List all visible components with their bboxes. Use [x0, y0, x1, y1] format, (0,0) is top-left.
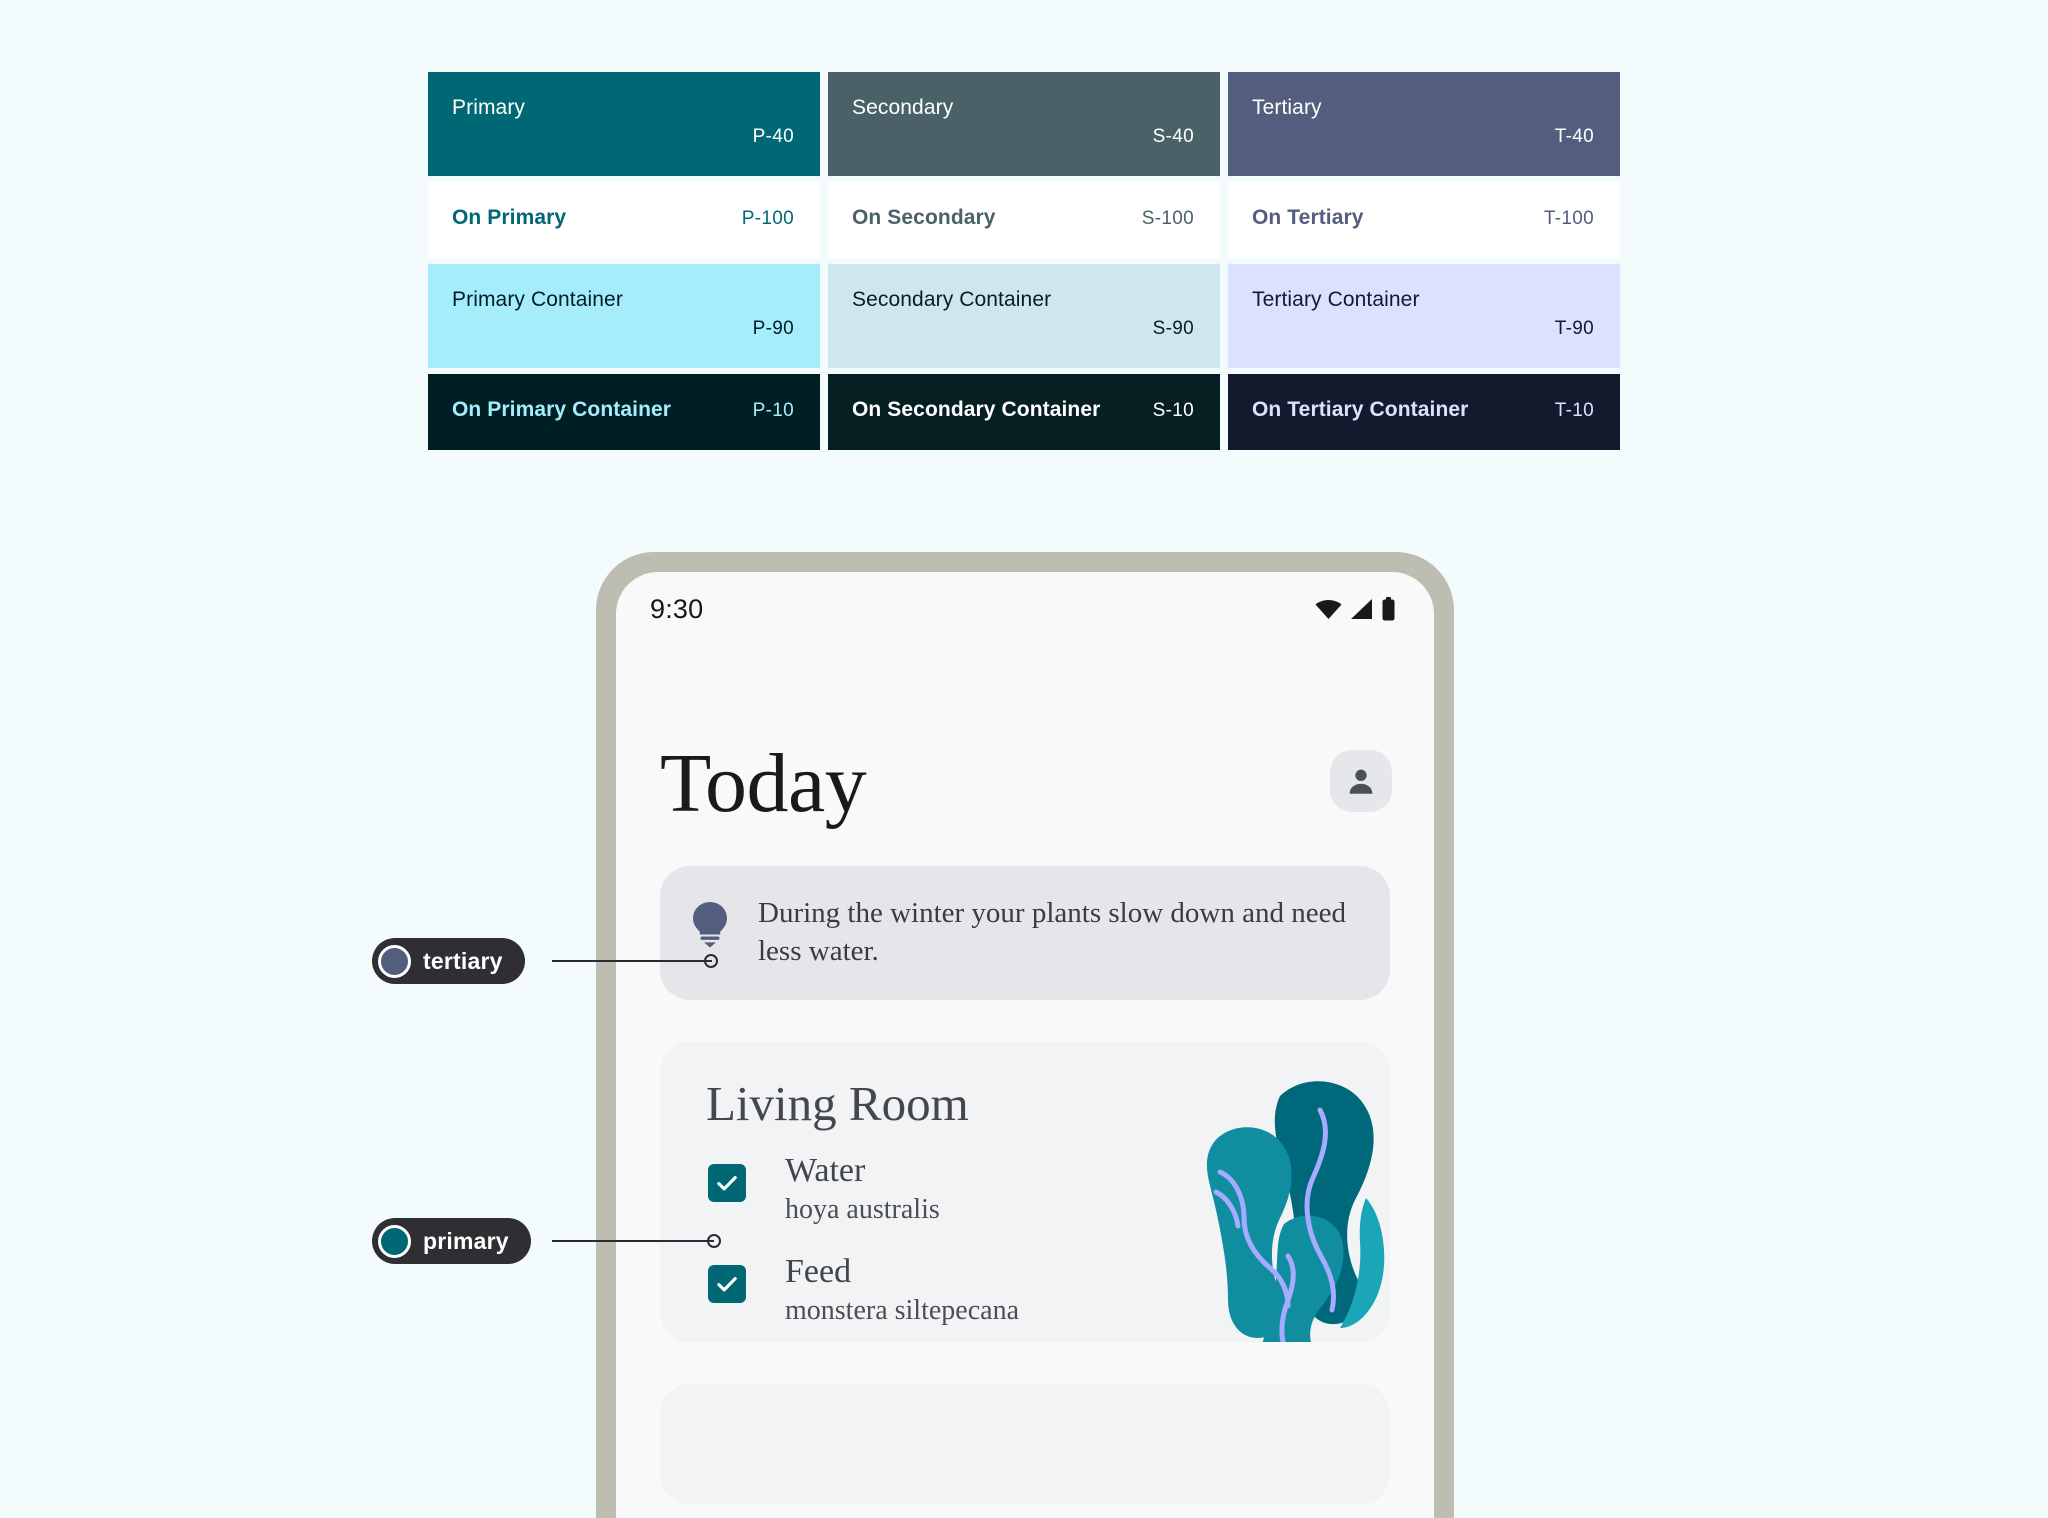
swatch-primary-container[interactable]: Primary Container P-90 — [428, 264, 820, 368]
phone-mockup: 9:30 Today During the winter your plants… — [596, 552, 1454, 1518]
app-header: Today — [616, 638, 1434, 826]
swatch-token: S-10 — [1152, 400, 1194, 421]
swatch-token: T-100 — [1543, 208, 1594, 229]
page-title: Today — [660, 737, 867, 830]
battery-icon — [1382, 597, 1395, 621]
swatch-label: Primary — [452, 96, 526, 119]
swatch-token: T-90 — [1554, 318, 1594, 339]
swatch-column-secondary: Secondary S-40 On Secondary S-100 Second… — [828, 72, 1220, 450]
tip-card[interactable]: During the winter your plants slow down … — [660, 866, 1390, 1000]
swatch-on-primary[interactable]: On Primary P-100 — [428, 182, 820, 258]
status-icons — [1315, 597, 1396, 621]
status-time: 9:30 — [650, 593, 704, 624]
swatch-on-secondary[interactable]: On Secondary S-100 — [828, 182, 1220, 258]
room-title: Living Room — [706, 1076, 969, 1131]
room-card: Living Room Water hoya australis Feed mo… — [660, 1042, 1390, 1342]
annotation-label: primary — [423, 1227, 509, 1254]
canvas: Primary P-40 On Primary P-100 Primary Co… — [0, 0, 2048, 1518]
signal-icon — [1351, 599, 1372, 619]
annotation-pill-tertiary[interactable]: tertiary — [372, 938, 525, 984]
task-plant-name: hoya australis — [785, 1194, 940, 1225]
annotation-swatch-dot — [378, 1224, 411, 1258]
task-name: Feed — [785, 1253, 852, 1290]
lightbulb-icon — [693, 902, 727, 948]
leader-endpoint-primary — [707, 1234, 721, 1248]
swatch-tertiary[interactable]: Tertiary T-40 — [1228, 72, 1620, 176]
annotation-pill-primary[interactable]: primary — [372, 1218, 531, 1264]
checkbox-water[interactable] — [708, 1164, 746, 1202]
swatch-token: P-10 — [752, 400, 794, 421]
swatch-label: On Tertiary Container — [1252, 398, 1469, 421]
swatch-token: T-10 — [1554, 400, 1594, 421]
task-list: Water hoya australis Feed monstera silte… — [660, 1152, 1390, 1328]
task-row[interactable]: Water hoya australis — [660, 1152, 1390, 1227]
leader-line-tertiary — [552, 960, 712, 962]
task-text: Water hoya australis — [785, 1152, 940, 1227]
person-icon — [1349, 769, 1373, 794]
leader-line-primary — [552, 1240, 714, 1242]
swatch-secondary[interactable]: Secondary S-40 — [828, 72, 1220, 176]
color-role-grid: Primary P-40 On Primary P-100 Primary Co… — [428, 72, 1620, 450]
phone-screen: 9:30 Today During the winter your plants… — [616, 572, 1434, 1518]
check-icon — [717, 1176, 737, 1191]
check-icon — [717, 1277, 737, 1292]
avatar[interactable] — [1330, 750, 1392, 812]
task-plant-name: monstera siltepecana — [785, 1295, 1020, 1326]
task-row[interactable]: Feed monstera siltepecana — [660, 1253, 1390, 1328]
swatch-token: P-100 — [741, 208, 794, 229]
status-bar: 9:30 — [616, 572, 1434, 638]
swatch-label: Tertiary Container — [1252, 288, 1420, 311]
swatch-column-tertiary: Tertiary T-40 On Tertiary T-100 Tertiary… — [1228, 72, 1620, 450]
swatch-label: Secondary — [852, 96, 954, 119]
swatch-column-primary: Primary P-40 On Primary P-100 Primary Co… — [428, 72, 820, 450]
swatch-primary[interactable]: Primary P-40 — [428, 72, 820, 176]
swatch-token: P-40 — [752, 126, 794, 147]
swatch-token: S-90 — [1152, 318, 1194, 339]
swatch-label: Primary Container — [452, 288, 623, 311]
tip-icon-wrap — [690, 900, 730, 953]
swatch-label: On Secondary Container — [852, 398, 1101, 421]
swatch-secondary-container[interactable]: Secondary Container S-90 — [828, 264, 1220, 368]
leader-endpoint-tertiary — [704, 954, 718, 968]
task-text: Feed monstera siltepecana — [785, 1253, 1019, 1328]
swatch-on-secondary-container[interactable]: On Secondary Container S-10 — [828, 374, 1220, 450]
swatch-label: On Primary Container — [452, 398, 672, 421]
annotation-swatch-dot — [378, 944, 411, 978]
next-room-card[interactable] — [660, 1384, 1390, 1504]
swatch-tertiary-container[interactable]: Tertiary Container T-90 — [1228, 264, 1620, 368]
annotation-label: tertiary — [423, 947, 503, 974]
task-name: Water — [785, 1152, 866, 1189]
tip-text: During the winter your plants slow down … — [758, 897, 1346, 967]
swatch-token: S-100 — [1141, 208, 1194, 229]
wifi-icon — [1315, 600, 1342, 619]
checkbox-feed[interactable] — [708, 1265, 746, 1303]
swatch-on-tertiary-container[interactable]: On Tertiary Container T-10 — [1228, 374, 1620, 450]
swatch-on-tertiary[interactable]: On Tertiary T-100 — [1228, 182, 1620, 258]
swatch-on-primary-container[interactable]: On Primary Container P-10 — [428, 374, 820, 450]
swatch-token: T-40 — [1554, 126, 1594, 147]
swatch-label: Secondary Container — [852, 288, 1052, 311]
swatch-token: P-90 — [752, 318, 794, 339]
swatch-token: S-40 — [1152, 126, 1194, 147]
swatch-label: Tertiary — [1252, 96, 1322, 119]
